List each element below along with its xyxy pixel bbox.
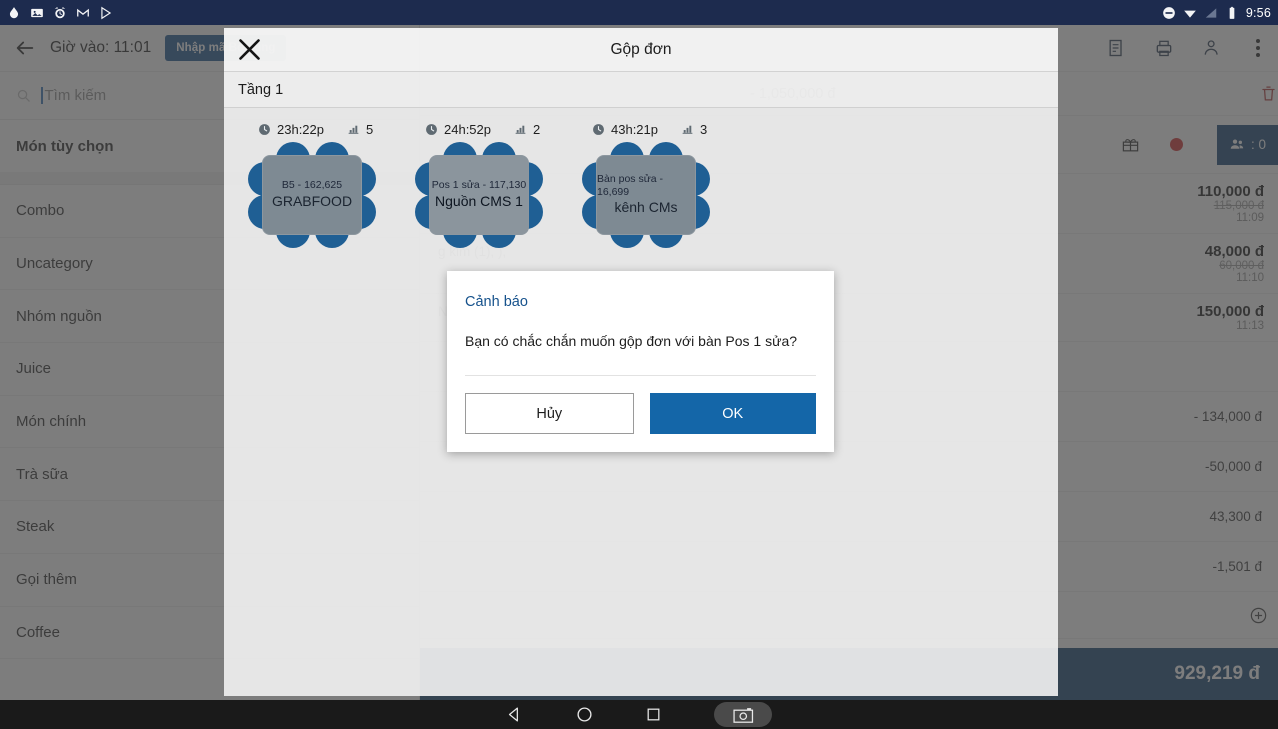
chart-icon [348, 125, 359, 134]
gmail-icon [77, 8, 89, 16]
app-root: 9:56 Giờ vào: 11:01 Nhập mã Booking Tìm … [0, 0, 1278, 729]
status-bar-left-icons [7, 6, 113, 20]
table-name: kênh CMs [614, 199, 678, 216]
table-meta: 24h:52p 2 [415, 122, 543, 137]
battery-icon [1229, 6, 1235, 19]
dialog-title: Cảnh báo [465, 294, 528, 310]
alarm-icon [54, 6, 66, 18]
close-icon[interactable] [236, 36, 263, 63]
table-card[interactable]: 24h:52p 2 Pos 1 sửa - 117,130 Nguồn CMS … [415, 122, 543, 248]
table-card[interactable]: 23h:22p 5 B5 - 162,625 GRABFOOD [248, 122, 376, 248]
table-code-amount: Bàn pos sửa - 16,699 [597, 173, 663, 198]
chart-icon [515, 125, 526, 134]
dialog-buttons: Hủy OK [465, 376, 816, 434]
status-bar-clock: 9:56 [1245, 5, 1271, 20]
table-elapsed-time: 23h:22p [277, 122, 324, 137]
status-bar: 9:56 [0, 0, 1278, 25]
table-top-selected[interactable]: Pos 1 sửa - 117,130 Nguồn CMS 1 [429, 155, 529, 235]
clock-icon [259, 124, 270, 135]
table-top[interactable]: Bàn pos sửa - 16,699 kênh CMs [596, 155, 696, 235]
status-bar-right-icons: 9:56 [1162, 6, 1271, 20]
nav-home-icon [577, 707, 592, 722]
ok-button[interactable]: OK [649, 393, 816, 434]
table-meta: 43h:21p 3 [582, 122, 710, 137]
table-name: Nguồn CMS 1 [435, 193, 523, 210]
nav-recents-icon [647, 708, 660, 721]
dialog-message: Bạn có chắc chắn muốn gộp đơn với bàn Po… [465, 333, 798, 349]
nav-screenshot-button[interactable] [714, 702, 772, 727]
nav-recents-button[interactable] [646, 707, 661, 722]
droplet-icon [9, 6, 19, 18]
table-name: GRABFOOD [271, 193, 353, 210]
clock-icon [426, 124, 437, 135]
table-seat-count: 5 [366, 122, 374, 137]
chart-icon [682, 125, 693, 134]
cancel-button[interactable]: Hủy [465, 393, 634, 434]
play-icon [101, 6, 112, 19]
table-graphic: Bàn pos sửa - 16,699 kênh CMs [582, 142, 710, 248]
table-meta: 23h:22p 5 [248, 122, 376, 137]
merge-sheet-header: Gộp đơn [224, 28, 1058, 72]
table-code-amount: Pos 1 sửa - 117,130 [431, 179, 527, 192]
table-grid: 23h:22p 5 B5 - 162,625 GRABFOOD 24h:52p … [224, 108, 1058, 248]
wifi-icon [1184, 10, 1196, 18]
table-seat-count: 2 [533, 122, 541, 137]
table-graphic: Pos 1 sửa - 117,130 Nguồn CMS 1 [415, 142, 543, 248]
floor-label: Tầng 1 [224, 72, 1058, 108]
table-top[interactable]: B5 - 162,625 GRABFOOD [262, 155, 362, 235]
table-elapsed-time: 43h:21p [611, 122, 658, 137]
table-code-amount: B5 - 162,625 [281, 179, 343, 192]
table-seat-count: 3 [700, 122, 708, 137]
nav-back-icon [508, 707, 518, 722]
android-nav-bar [0, 700, 1278, 729]
merge-sheet-title: Gộp đơn [610, 40, 672, 58]
signal-icon [1205, 7, 1217, 18]
nav-screenshot-icon [732, 707, 753, 723]
table-graphic: B5 - 162,625 GRABFOOD [248, 142, 376, 248]
do-not-disturb-icon [1163, 6, 1175, 19]
table-elapsed-time: 24h:52p [444, 122, 491, 137]
warning-dialog: Cảnh báo Bạn có chắc chắn muốn gộp đơn v… [447, 271, 834, 452]
clock-icon [593, 124, 604, 135]
nav-home-button[interactable] [576, 706, 593, 723]
nav-back-button[interactable] [506, 706, 523, 723]
photo-icon [31, 8, 43, 17]
table-card[interactable]: 43h:21p 3 Bàn pos sửa - 16,699 kênh CMs [582, 122, 710, 248]
